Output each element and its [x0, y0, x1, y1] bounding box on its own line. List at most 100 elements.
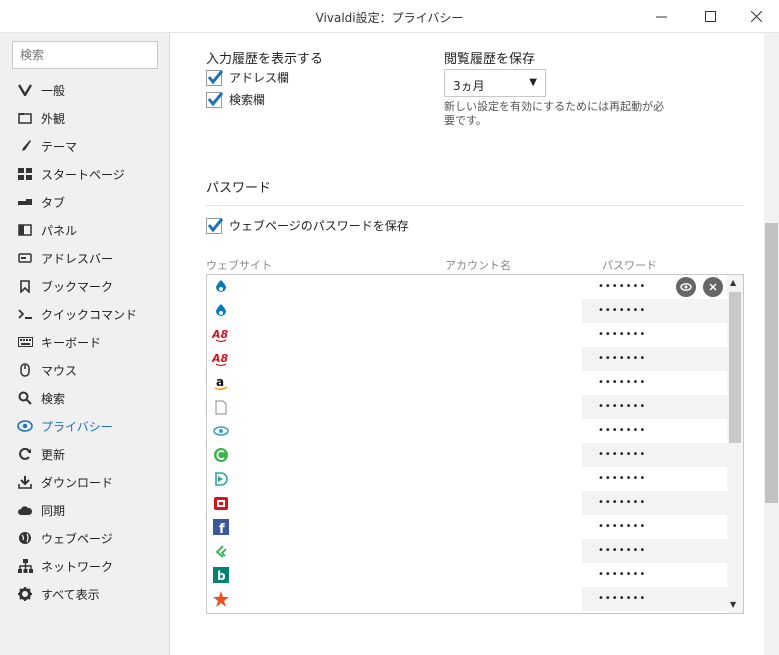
column-header-password[interactable]: パスワード — [602, 257, 657, 273]
svg-text:A8: A8 — [212, 352, 229, 365]
sidebar-item-show-all[interactable]: すべて表示 — [0, 580, 170, 608]
sidebar-item-label: 更新 — [41, 447, 66, 462]
table-row[interactable]: ••••••• — [207, 299, 727, 323]
sidebar-item-mouse[interactable]: マウス — [0, 356, 170, 384]
minimize-button[interactable] — [638, 0, 684, 33]
grid-icon — [17, 166, 33, 182]
checkbox-checked-icon — [206, 69, 224, 86]
sidebar-item-general[interactable]: 一般 — [0, 76, 170, 104]
save-passwords-checkbox[interactable]: ウェブページのパスワードを保存 — [206, 217, 409, 234]
network-icon — [17, 558, 33, 574]
a8-icon: A8 — [212, 326, 230, 344]
history-duration-value: 3ヵ月 — [453, 79, 485, 93]
sidebar-item-label: ウェブページ — [41, 531, 113, 546]
table-row[interactable]: b ••••••• — [207, 563, 727, 587]
sidebar-item-webpages[interactable]: ウェブページ — [0, 524, 170, 552]
column-header-account[interactable]: アカウント名 — [445, 257, 511, 273]
green-circle-icon — [212, 446, 230, 464]
facebook-icon: f — [212, 518, 230, 536]
mouse-icon — [17, 362, 33, 378]
sidebar-item-network[interactable]: ネットワーク — [0, 552, 170, 580]
feedly-icon — [212, 542, 230, 560]
checkbox-checked-icon — [206, 217, 224, 234]
table-row[interactable]: a ••••••• — [207, 371, 727, 395]
section-divider — [206, 205, 744, 206]
drupal-icon — [212, 278, 230, 296]
sidebar-item-bookmarks[interactable]: ブックマーク — [0, 272, 170, 300]
close-button[interactable] — [733, 0, 779, 33]
sidebar-item-sync[interactable]: 同期 — [0, 496, 170, 524]
sidebar-item-start-page[interactable]: スタートページ — [0, 160, 170, 188]
sidebar-item-label: 同期 — [41, 503, 66, 518]
sidebar-item-keyboard[interactable]: キーボード — [0, 328, 170, 356]
sidebar-item-updates[interactable]: 更新 — [0, 440, 170, 468]
globe-icon — [17, 530, 33, 546]
password-value: ••••••• — [582, 347, 727, 371]
table-row[interactable]: ••••••• — [207, 275, 727, 299]
sidebar-item-tabs[interactable]: タブ — [0, 188, 170, 216]
password-value: ••••••• — [598, 521, 647, 532]
table-row[interactable]: ••••••• — [207, 491, 727, 515]
table-row[interactable]: ••••••• — [207, 539, 727, 563]
page-scrollbar[interactable] — [764, 33, 779, 655]
sidebar-item-label: 一般 — [41, 83, 66, 98]
sidebar-item-downloads[interactable]: ダウンロード — [0, 468, 170, 496]
eye-logo-icon — [212, 422, 230, 440]
a8-icon: A8 — [212, 350, 230, 368]
sidebar-item-panel[interactable]: パネル — [0, 216, 170, 244]
restart-note: 新しい設定を有効にするためには再起動が必要です。 — [444, 100, 665, 127]
svg-text:a: a — [216, 375, 224, 389]
maximize-button[interactable] — [687, 0, 733, 33]
typed-history-title: 入力履歴を表示する — [206, 52, 324, 67]
sidebar-item-label: パネル — [41, 223, 78, 238]
table-row[interactable]: ••••••• — [207, 443, 727, 467]
vivaldi-icon — [17, 82, 33, 98]
sidebar-item-address-bar[interactable]: アドレスバー — [0, 244, 170, 272]
table-scroll-thumb[interactable] — [729, 292, 741, 443]
search-history-label: 検索欄 — [229, 93, 266, 107]
password-value: ••••••• — [598, 569, 647, 580]
table-row[interactable]: ••••••• — [207, 467, 727, 491]
scroll-up-icon[interactable]: ▲ — [730, 278, 736, 287]
password-value: ••••••• — [582, 587, 727, 611]
search-history-checkbox[interactable]: 検索欄 — [206, 91, 265, 108]
star-icon — [212, 590, 230, 608]
sidebar-item-label: タブ — [41, 195, 66, 210]
eye-icon — [17, 418, 33, 434]
sidebar-item-label: ダウンロード — [41, 475, 114, 490]
delete-password-button[interactable] — [703, 277, 723, 297]
table-row[interactable]: ••••••• — [207, 395, 727, 419]
table-row[interactable]: f ••••••• — [207, 515, 727, 539]
password-value: ••••••• — [598, 473, 647, 484]
table-row[interactable]: A8 ••••••• — [207, 347, 727, 371]
table-row[interactable]: ••••••• — [207, 587, 727, 611]
address-history-checkbox[interactable]: アドレス欄 — [206, 69, 289, 86]
close-icon — [709, 283, 717, 291]
bookmark-icon — [17, 278, 33, 294]
save-passwords-label: ウェブページのパスワードを保存 — [229, 219, 409, 233]
history-duration-select[interactable]: 3ヵ月 ▼ — [444, 69, 546, 97]
scroll-down-icon[interactable]: ▼ — [730, 600, 736, 609]
sidebar-item-theme[interactable]: テーマ — [0, 132, 170, 160]
save-history-title: 閲覧履歴を保存 — [444, 52, 536, 67]
column-header-website[interactable]: ウェブサイト — [206, 257, 272, 273]
sidebar-item-label: すべて表示 — [41, 587, 100, 602]
password-value: ••••••• — [598, 377, 647, 388]
sidebar-item-privacy[interactable]: プライバシー — [0, 412, 170, 440]
sidebar-item-label: スタートページ — [41, 167, 125, 182]
search-icon — [17, 390, 33, 406]
show-password-button[interactable] — [676, 277, 696, 297]
sidebar-item-label: プライバシー — [41, 419, 113, 434]
table-row[interactable]: A8 ••••••• — [207, 323, 727, 347]
sidebar-item-quick-commands[interactable]: クイックコマンド — [0, 300, 170, 328]
sidebar-item-appearance[interactable]: 外観 — [0, 104, 170, 132]
table-row[interactable]: ••••••• — [207, 419, 727, 443]
addressbar-icon — [17, 250, 33, 266]
page-scroll-thumb[interactable] — [765, 223, 778, 503]
search-input[interactable] — [12, 41, 158, 69]
d-logo-icon — [212, 470, 230, 488]
sidebar-nav: 一般 外観 テーマ スタートページ タブ パネル アドレスバー ブックマーク ク… — [0, 76, 170, 608]
checkbox-checked-icon — [206, 91, 224, 108]
table-scrollbar[interactable]: ▲ ▼ — [727, 275, 743, 613]
sidebar-item-search[interactable]: 検索 — [0, 384, 170, 412]
